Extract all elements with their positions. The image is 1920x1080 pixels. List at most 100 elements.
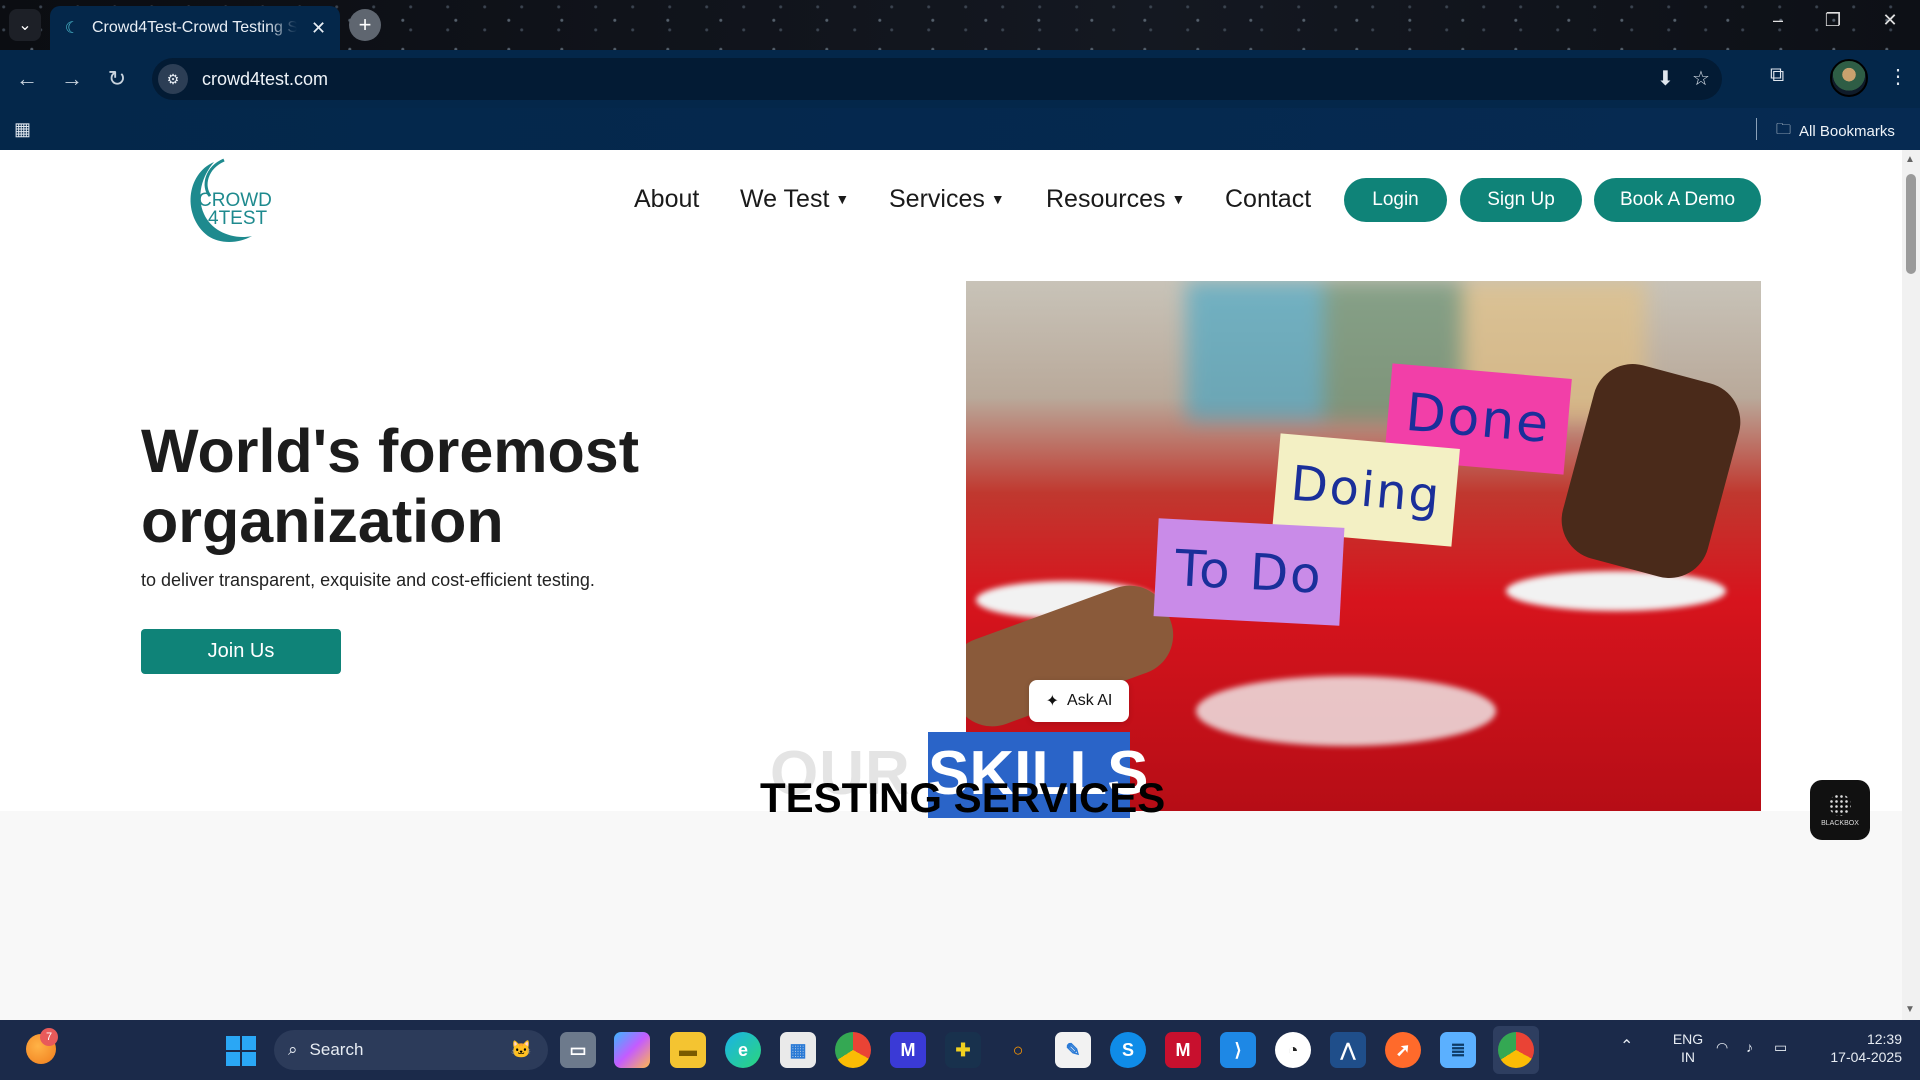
nav-about[interactable]: About	[634, 185, 699, 214]
postman-icon[interactable]: ➚	[1385, 1032, 1421, 1068]
scroll-up-arrow-icon[interactable]: ▲	[1905, 154, 1915, 165]
show-hidden-icons-chevron-icon[interactable]: ⌃	[1620, 1038, 1633, 1056]
hero-subtitle: to deliver transparent, exquisite and co…	[141, 570, 595, 590]
tab-search-button[interactable]: ⌄	[9, 9, 41, 41]
blackbox-logo-icon	[1829, 793, 1851, 816]
tab-title: Crowd4Test-Crowd Testing Services	[92, 19, 297, 36]
blackbox-label: BLACKBOX	[1821, 819, 1859, 827]
browser-tabstrip: ⌄ ☾ Crowd4Test-Crowd Testing Services ✕ …	[0, 0, 1920, 50]
app-plus-icon[interactable]: ✚	[945, 1032, 981, 1068]
document-app-icon[interactable]: ✎	[1055, 1032, 1091, 1068]
site-favicon-icon: ☾	[64, 20, 80, 37]
chevron-down-icon: ⌄	[18, 17, 32, 34]
restore-window-button[interactable]: ❐	[1813, 10, 1853, 31]
nav-contact[interactable]: Contact	[1225, 185, 1311, 214]
file-explorer-icon[interactable]: ▬	[670, 1032, 706, 1068]
vscode-icon[interactable]: ⟩	[1220, 1032, 1256, 1068]
install-app-icon[interactable]: ⬇	[1657, 66, 1674, 91]
scroll-thumb[interactable]	[1906, 174, 1916, 274]
nav-we-test[interactable]: We Test ▼	[740, 185, 849, 214]
task-view-icon[interactable]: ▭	[560, 1032, 596, 1068]
ask-ai-button[interactable]: ✦ Ask AI	[1029, 680, 1129, 722]
clock-time: 12:39	[1866, 1031, 1902, 1047]
nav-resources-label: Resources	[1046, 185, 1166, 213]
language-label: ENG	[1672, 1031, 1704, 1047]
caret-down-icon: ▼	[1171, 191, 1186, 207]
page-scrollbar[interactable]: ▲ ▼	[1902, 150, 1920, 1020]
nav-resources[interactable]: Resources ▼	[1046, 185, 1185, 214]
apps-grid-icon[interactable]: ▦	[14, 119, 31, 140]
clock[interactable]: 12:39 17-04-2025	[1812, 1030, 1902, 1066]
profile-avatar[interactable]	[1830, 59, 1868, 97]
app-circle-icon[interactable]: ○	[1000, 1032, 1036, 1068]
skills-section	[0, 811, 1902, 1020]
language-indicator[interactable]: ENG IN	[1668, 1030, 1708, 1066]
new-tab-button[interactable]: +	[349, 9, 381, 41]
extensions-icon[interactable]: ⧉	[1770, 64, 1784, 87]
reload-icon[interactable]: ↻	[102, 64, 132, 94]
taskbar-search[interactable]: ⌕ Search 🐱	[274, 1030, 548, 1070]
site-info-icon[interactable]: ⚙	[158, 64, 188, 94]
caret-down-icon: ▼	[835, 191, 850, 207]
nav-we-test-label: We Test	[740, 185, 830, 213]
crowd4test-logo[interactable]: CROWD 4TEST	[176, 156, 286, 246]
mcafee-icon[interactable]: M	[1165, 1032, 1201, 1068]
hero-title: World's foremost organization	[141, 417, 640, 555]
microsoft-store-icon[interactable]: ▦	[780, 1032, 816, 1068]
table-shape	[1196, 676, 1496, 746]
url-text[interactable]: crowd4test.com	[202, 69, 328, 90]
weather-badge: 7	[40, 1028, 58, 1046]
signup-button[interactable]: Sign Up	[1460, 178, 1582, 222]
taskbar-search-label: Search	[309, 1040, 364, 1059]
back-arrow-icon[interactable]: ←	[12, 64, 42, 94]
edge-icon[interactable]: e	[725, 1032, 761, 1068]
battery-icon[interactable]: ▭	[1774, 1038, 1787, 1056]
nav-services[interactable]: Services ▼	[889, 185, 1005, 214]
skype-icon[interactable]: S	[1110, 1032, 1146, 1068]
wifi-icon[interactable]: ◠	[1716, 1038, 1728, 1056]
search-icon: ⌕	[288, 1040, 298, 1059]
nav-services-label: Services	[889, 185, 985, 213]
chrome-icon[interactable]	[835, 1032, 871, 1068]
windows-taskbar: 7 ⌕ Search 🐱 ▭ ▬ e ▦ M ✚ ○ ✎ S M ⟩ ◔ ⋀ ➚…	[0, 1020, 1920, 1080]
search-mascot-icon: 🐱	[510, 1040, 532, 1059]
folder-icon: 🗀	[1776, 121, 1792, 138]
scroll-down-arrow-icon[interactable]: ▼	[1905, 1004, 1915, 1015]
clock-date: 17-04-2025	[1830, 1049, 1902, 1065]
join-us-button[interactable]: Join Us	[141, 629, 341, 674]
logo-text: CROWD 4TEST	[198, 191, 272, 229]
book-demo-button[interactable]: Book A Demo	[1594, 178, 1761, 222]
bookmarks-divider	[1756, 118, 1757, 140]
minimize-window-button[interactable]: –	[1758, 10, 1798, 31]
login-button[interactable]: Login	[1344, 178, 1447, 222]
browser-tab[interactable]: ☾ Crowd4Test-Crowd Testing Services ✕	[50, 6, 340, 50]
blackbox-widget[interactable]: BLACKBOX	[1810, 780, 1870, 840]
bookmark-star-icon[interactable]: ☆	[1692, 66, 1710, 91]
menu-kebab-icon[interactable]: ⋮	[1888, 64, 1908, 89]
close-window-button[interactable]: ✕	[1870, 10, 1910, 31]
web-page: CROWD 4TEST About We Test ▼ Services ▼ Res…	[0, 150, 1902, 1020]
all-bookmarks-label: All Bookmarks	[1799, 123, 1895, 140]
app-gauge-icon[interactable]: ◔	[1275, 1032, 1311, 1068]
sparkle-icon: ✦	[1045, 693, 1060, 710]
logo-text-bottom: 4TEST	[208, 208, 268, 229]
caret-down-icon: ▼	[990, 191, 1005, 207]
close-tab-icon[interactable]: ✕	[311, 18, 326, 39]
all-bookmarks-button[interactable]: 🗀 All Bookmarks	[1776, 119, 1895, 144]
address-bar[interactable]: ⚙ crowd4test.com ⬇ ☆	[152, 58, 1722, 100]
table-shape	[1506, 571, 1726, 611]
app-m-icon[interactable]: M	[890, 1032, 926, 1068]
sticky-note-todo: To Do	[1153, 518, 1345, 626]
section-title: TESTING SERVICES	[760, 774, 1166, 821]
forward-arrow-icon[interactable]: →	[57, 64, 87, 94]
ask-ai-label: Ask AI	[1067, 692, 1113, 709]
copilot-icon[interactable]	[614, 1032, 650, 1068]
volume-icon[interactable]: ♪	[1746, 1038, 1753, 1056]
chrome-active-icon[interactable]	[1498, 1032, 1534, 1068]
windows-start-icon[interactable]	[226, 1036, 256, 1066]
notepad-icon[interactable]: ≣	[1440, 1032, 1476, 1068]
region-label: IN	[1681, 1049, 1695, 1065]
bookmarks-bar: ▦ 🗀 All Bookmarks	[0, 108, 1920, 150]
app-bird-icon[interactable]: ⋀	[1330, 1032, 1366, 1068]
browser-toolbar: ← → ↻ ⚙ crowd4test.com ⬇ ☆ ⧉ ⋮	[0, 50, 1920, 108]
